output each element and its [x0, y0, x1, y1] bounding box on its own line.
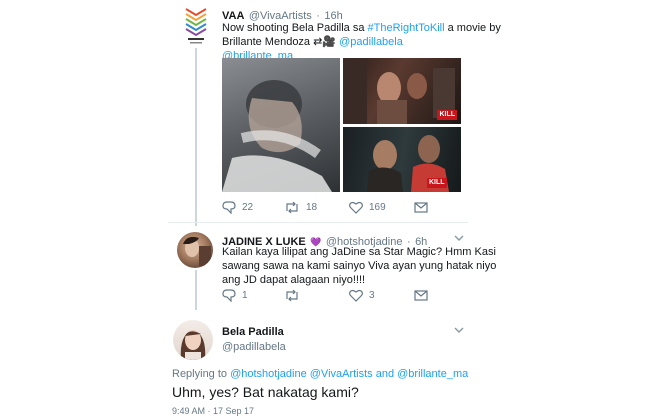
- tweet1-text-part: Now shooting Bela Padilla sa: [222, 22, 368, 34]
- tweet2-text-line: ang JD dapat alagaan niyo!!!!: [222, 274, 366, 286]
- tweet3-author-handle[interactable]: @padillabela: [222, 341, 286, 353]
- replying-to-label: Replying to: [172, 368, 231, 380]
- avatar[interactable]: [173, 320, 213, 360]
- reply-button[interactable]: 22: [222, 201, 253, 214]
- mention-link[interactable]: @padillabela: [336, 36, 403, 48]
- retweet-icon: [286, 201, 298, 214]
- retweet-icon: [286, 289, 298, 302]
- direct-message-button[interactable]: [414, 202, 428, 213]
- chevron-down-icon[interactable]: [454, 235, 464, 242]
- tweet3-author-name[interactable]: Bela Padilla: [222, 326, 284, 338]
- emoji: ⇄🎥: [313, 36, 337, 48]
- tweet1-photo-top-right[interactable]: KILL: [343, 58, 461, 124]
- avatar[interactable]: [177, 232, 213, 268]
- hashtag-link[interactable]: #TheRightToKill: [368, 22, 445, 34]
- reply-icon: [222, 201, 236, 214]
- reply-count: 1: [242, 290, 248, 301]
- like-button[interactable]: 169: [349, 201, 386, 214]
- like-count: 3: [369, 290, 375, 301]
- thread-line-2: [195, 270, 197, 310]
- tweet1-text: Now shooting Bela Padilla sa #TheRightTo…: [222, 21, 501, 63]
- retweet-button[interactable]: 18: [284, 201, 317, 214]
- tweet2-text-line: Kailan kaya lilipat ang JaDine sa Star M…: [222, 246, 496, 258]
- tweet1-text-part: Brillante Mendoza: [222, 36, 314, 48]
- tweet1-text-part: a movie by: [444, 22, 501, 34]
- tweet3-text: Uhm, yes? Bat nakatag kami?: [172, 384, 359, 400]
- reply-button[interactable]: 1: [222, 289, 248, 302]
- divider: [168, 222, 468, 223]
- movie-watermark: KILL: [427, 178, 447, 188]
- tweet2-text-line: sawang sawa na kami sainyo Viva ayan yun…: [222, 260, 497, 272]
- direct-message-button[interactable]: [414, 290, 428, 301]
- retweet-count: 18: [306, 202, 318, 213]
- movie-watermark: KILL: [437, 110, 457, 120]
- reply-icon: [222, 289, 236, 302]
- chevron-down-icon[interactable]: [454, 327, 464, 334]
- mail-icon: [414, 202, 428, 213]
- like-icon: [349, 289, 363, 302]
- replying-to-users[interactable]: @hotshotjadine @VivaArtists and @brillan…: [230, 368, 468, 380]
- tweet1-photo-main[interactable]: [222, 58, 340, 192]
- reply-count: 22: [242, 202, 254, 213]
- tweet3-timestamp[interactable]: 9:49 AM · 17 Sep 17: [172, 406, 254, 416]
- tweet2-text: Kailan kaya lilipat ang JaDine sa Star M…: [222, 245, 497, 287]
- thread-line-1: [195, 48, 197, 226]
- like-count: 169: [369, 202, 386, 213]
- mail-icon: [414, 290, 428, 301]
- tweet1-photo-bottom-right[interactable]: KILL: [343, 127, 461, 192]
- replying-to: Replying to @hotshotjadine @VivaArtists …: [172, 368, 468, 380]
- like-button[interactable]: 3: [349, 289, 375, 302]
- retweet-button[interactable]: [284, 289, 306, 302]
- viva-logo[interactable]: [183, 6, 209, 46]
- like-icon: [349, 201, 363, 214]
